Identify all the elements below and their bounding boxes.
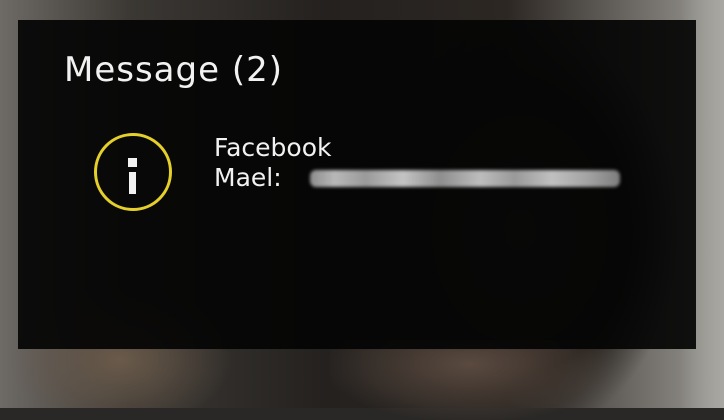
info-icon-glyph bbox=[128, 158, 137, 194]
redacted-message-text bbox=[310, 170, 620, 187]
message-notification-panel[interactable]: Message (2) Facebook Mael: bbox=[18, 20, 696, 349]
video-background-detail bbox=[330, 340, 610, 420]
notification-title: Message (2) bbox=[64, 50, 283, 90]
message-source: Facebook bbox=[214, 133, 332, 162]
message-sender: Mael: bbox=[214, 163, 282, 192]
message-content: Facebook Mael: bbox=[214, 133, 620, 193]
info-icon bbox=[94, 133, 172, 211]
message-line: Mael: bbox=[214, 163, 620, 193]
